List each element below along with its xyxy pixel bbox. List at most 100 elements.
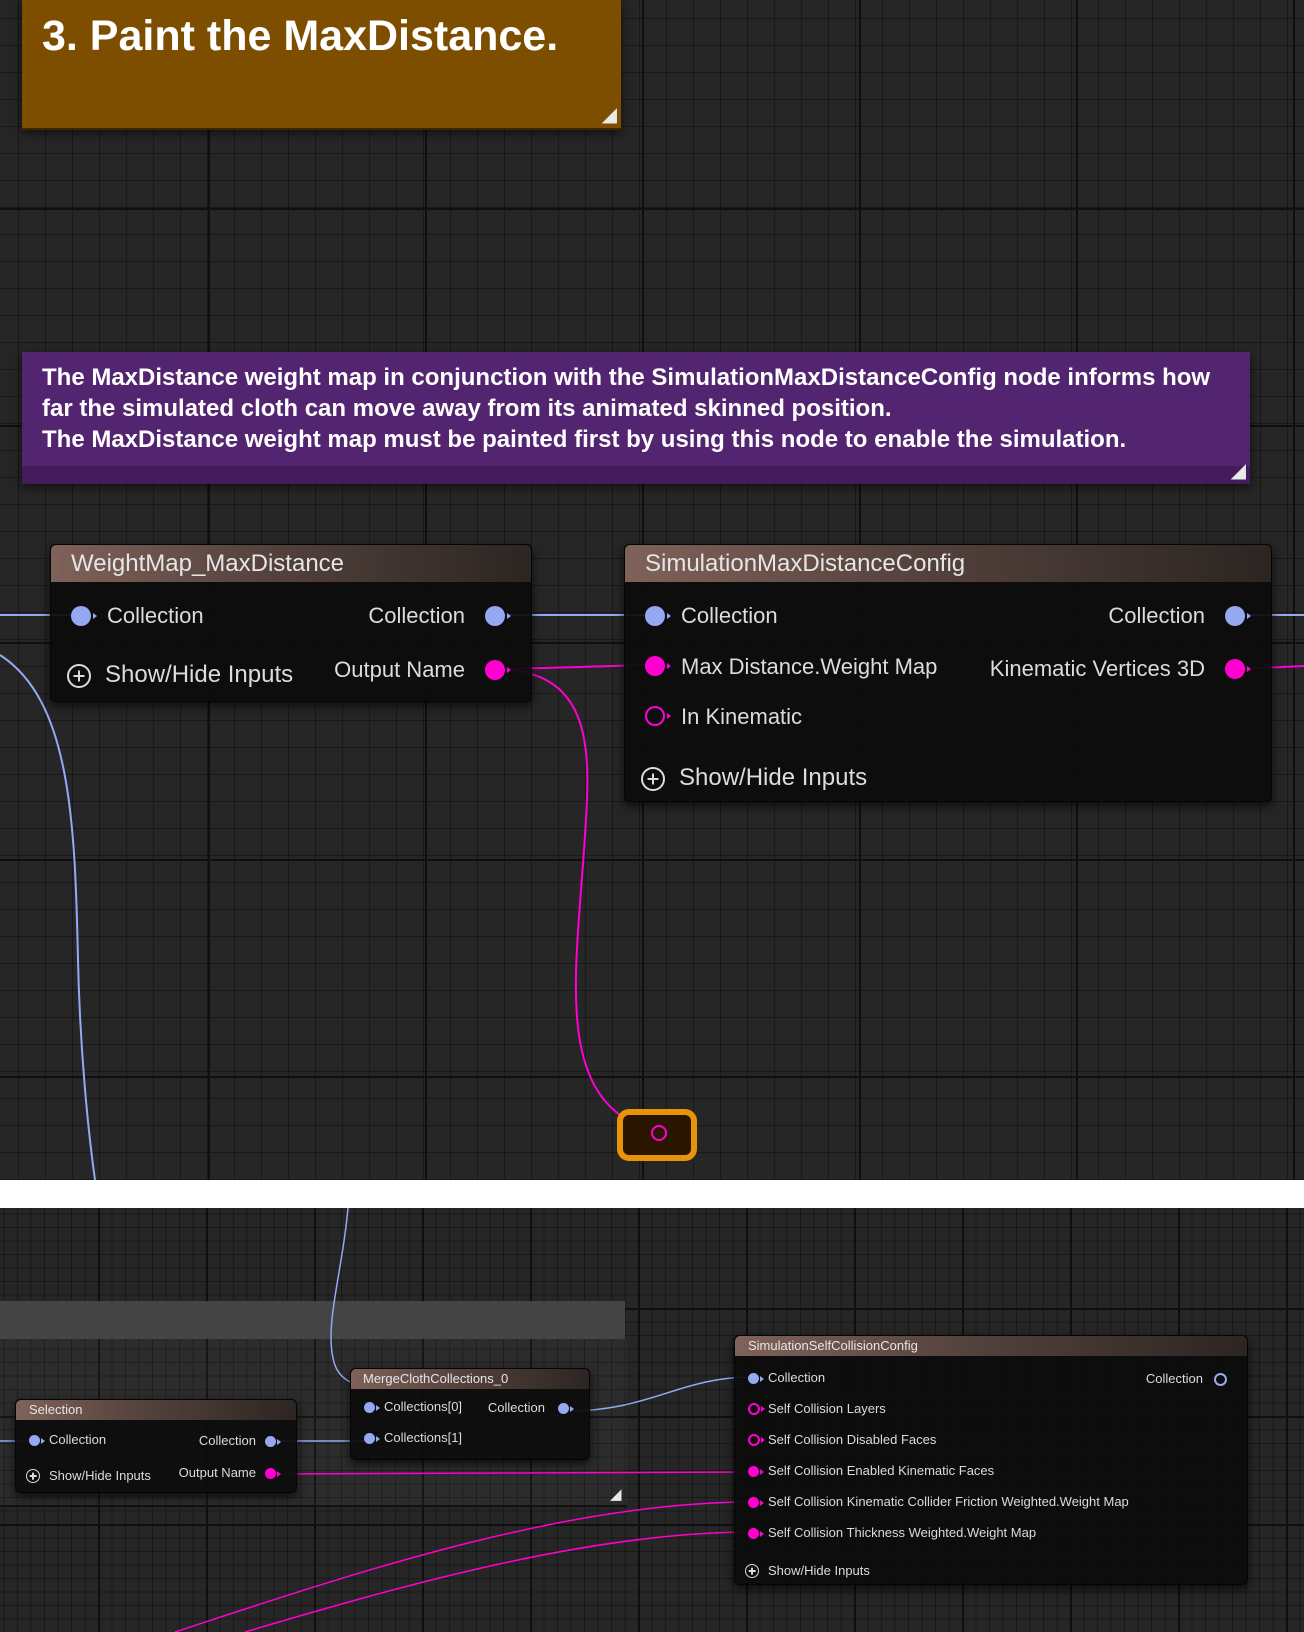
pin-arrow-icon bbox=[760, 1469, 764, 1475]
self-collision-disabled-faces-label: Self Collision Disabled Faces bbox=[768, 1432, 937, 1447]
wire-friction-in bbox=[174, 1501, 753, 1632]
pin-arrow-icon bbox=[760, 1376, 764, 1382]
output-name-pin[interactable] bbox=[265, 1468, 276, 1479]
collection-output-label: Collection bbox=[1108, 603, 1205, 628]
wire-merge-to-selfcollision bbox=[567, 1376, 753, 1412]
pin-arrow-icon bbox=[507, 613, 511, 619]
show-hide-inputs-icon[interactable] bbox=[745, 1564, 759, 1578]
collection-output-pin[interactable] bbox=[265, 1436, 276, 1447]
reroute-node[interactable] bbox=[617, 1109, 697, 1161]
pin-arrow-icon bbox=[1247, 666, 1251, 672]
collection-input-label: Collection bbox=[49, 1432, 107, 1447]
show-hide-inputs-icon[interactable] bbox=[26, 1469, 40, 1483]
wire-collection-down bbox=[0, 654, 96, 1180]
graph-canvas-bottom[interactable]: ◢ Selection Collection Collection Show/H… bbox=[0, 1208, 1304, 1632]
comment-line-1: The MaxDistance weight map in conjunctio… bbox=[42, 364, 1211, 391]
node-weightmap-maxdistance[interactable]: WeightMap_MaxDistance Collection Collect… bbox=[50, 544, 532, 702]
pin-arrow-icon bbox=[570, 1406, 574, 1412]
wire-thickness-in bbox=[244, 1531, 753, 1632]
collection-output-label: Collection bbox=[487, 1400, 545, 1415]
node-simulation-self-collision-config[interactable]: SimulationSelfCollisionConfig Collection… bbox=[734, 1335, 1248, 1585]
collection-input-label: Collection bbox=[107, 603, 204, 628]
node-title: MergeClothCollections_0 bbox=[351, 1369, 589, 1389]
pin-arrow-icon bbox=[1247, 613, 1251, 619]
show-hide-inputs-label[interactable]: Show/Hide Inputs bbox=[105, 660, 293, 690]
collections-0-label: Collections[0] bbox=[384, 1399, 463, 1414]
comment-line-3: The MaxDistance weight map must be paint… bbox=[42, 426, 1127, 453]
comment-maxdistance-info[interactable]: The MaxDistance weight map in conjunctio… bbox=[22, 352, 1250, 484]
self-collision-thickness-pin[interactable] bbox=[748, 1528, 759, 1539]
node-simulation-maxdistance-config[interactable]: SimulationMaxDistanceConfig Collection C… bbox=[624, 544, 1272, 802]
show-hide-inputs-icon[interactable] bbox=[641, 767, 665, 791]
wire-collection-into-merge-0 bbox=[330, 1208, 369, 1387]
pin-arrow-icon bbox=[761, 1406, 765, 1412]
pin-arrow-icon bbox=[376, 1405, 380, 1411]
self-collision-thickness-label: Self Collision Thickness Weighted.Weight… bbox=[768, 1525, 1037, 1540]
weightmap-input-label: Max Distance.Weight Map bbox=[681, 654, 938, 679]
collections-1-input-pin[interactable] bbox=[364, 1433, 375, 1444]
resize-handle-icon[interactable]: ◢ bbox=[1231, 460, 1246, 480]
collection-input-label: Collection bbox=[768, 1370, 826, 1385]
collection-output-pin[interactable] bbox=[1225, 606, 1245, 626]
self-collision-friction-pin[interactable] bbox=[748, 1497, 759, 1508]
pin-arrow-icon bbox=[667, 663, 671, 669]
self-collision-layers-pin[interactable] bbox=[748, 1403, 760, 1415]
comment-step-3[interactable]: 3. Paint the MaxDistance. ◢ bbox=[22, 0, 621, 130]
collection-input-pin[interactable] bbox=[71, 606, 91, 626]
output-name-pin[interactable] bbox=[485, 660, 505, 680]
pin-arrow-icon bbox=[507, 667, 511, 673]
comment-step-title: 3. Paint the MaxDistance. bbox=[42, 12, 559, 60]
collection-output-pin[interactable] bbox=[558, 1403, 569, 1414]
show-hide-inputs-label[interactable]: Show/Hide Inputs bbox=[768, 1563, 870, 1579]
kinematic-output-label: Kinematic Vertices 3D bbox=[989, 656, 1205, 681]
collections-1-label: Collections[1] bbox=[384, 1430, 463, 1445]
show-hide-inputs-icon[interactable] bbox=[67, 664, 91, 688]
self-collision-layers-label: Self Collision Layers bbox=[768, 1401, 886, 1416]
pin-arrow-icon bbox=[667, 613, 671, 619]
collection-input-pin[interactable] bbox=[748, 1373, 759, 1384]
in-kinematic-input-pin[interactable] bbox=[645, 706, 665, 726]
node-title: SimulationSelfCollisionConfig bbox=[735, 1336, 1247, 1356]
show-hide-inputs-label[interactable]: Show/Hide Inputs bbox=[49, 1468, 151, 1484]
pin-arrow-icon bbox=[41, 1438, 45, 1444]
in-kinematic-label: In Kinematic bbox=[681, 704, 803, 729]
collection-input-pin[interactable] bbox=[29, 1435, 40, 1446]
kinematic-output-pin[interactable] bbox=[1225, 659, 1245, 679]
wire-outputname-to-enabled bbox=[273, 1471, 753, 1475]
collection-output-label: Collection bbox=[1145, 1371, 1203, 1386]
pin-arrow-icon bbox=[761, 1437, 765, 1443]
comment-footer bbox=[22, 466, 1250, 484]
collection-output-label: Collection bbox=[368, 603, 465, 628]
collection-input-label: Collection bbox=[681, 603, 778, 628]
graph-canvas-top[interactable]: 3. Paint the MaxDistance. ◢ The MaxDista… bbox=[0, 0, 1304, 1180]
output-name-label: Output Name bbox=[334, 657, 465, 682]
pin-arrow-icon bbox=[760, 1531, 764, 1537]
node-selection[interactable]: Selection Collection Collection Show/Hid… bbox=[15, 1399, 297, 1493]
reroute-pin[interactable] bbox=[651, 1125, 667, 1141]
pin-arrow-icon bbox=[277, 1471, 281, 1477]
pin-arrow-icon bbox=[93, 613, 97, 619]
pin-arrow-icon bbox=[376, 1436, 380, 1442]
collections-0-input-pin[interactable] bbox=[364, 1402, 375, 1413]
node-title: WeightMap_MaxDistance bbox=[51, 545, 531, 582]
self-collision-friction-label: Self Collision Kinematic Collider Fricti… bbox=[768, 1494, 1129, 1509]
self-collision-enabled-faces-pin[interactable] bbox=[748, 1466, 759, 1477]
pin-arrow-icon bbox=[760, 1500, 764, 1506]
pin-arrow-icon bbox=[667, 713, 671, 719]
node-title: Selection bbox=[16, 1400, 296, 1420]
collection-output-label: Collection bbox=[198, 1433, 256, 1448]
self-collision-enabled-faces-label: Self Collision Enabled Kinematic Faces bbox=[768, 1463, 995, 1478]
screenshot-separator bbox=[0, 1180, 1304, 1208]
collection-input-pin[interactable] bbox=[645, 606, 665, 626]
collection-output-pin[interactable] bbox=[485, 606, 505, 626]
node-title: SimulationMaxDistanceConfig bbox=[625, 545, 1271, 582]
collection-output-pin[interactable] bbox=[1214, 1373, 1227, 1386]
weightmap-input-pin[interactable] bbox=[645, 656, 665, 676]
self-collision-disabled-faces-pin[interactable] bbox=[748, 1434, 760, 1446]
show-hide-inputs-label[interactable]: Show/Hide Inputs bbox=[679, 763, 867, 793]
node-merge-cloth-collections[interactable]: MergeClothCollections_0 Collections[0] C… bbox=[350, 1368, 590, 1460]
comment-line-2: far the simulated cloth can move away fr… bbox=[42, 395, 892, 422]
pin-arrow-icon bbox=[277, 1439, 281, 1445]
output-name-label: Output Name bbox=[178, 1465, 256, 1480]
resize-handle-icon[interactable]: ◢ bbox=[602, 104, 617, 124]
